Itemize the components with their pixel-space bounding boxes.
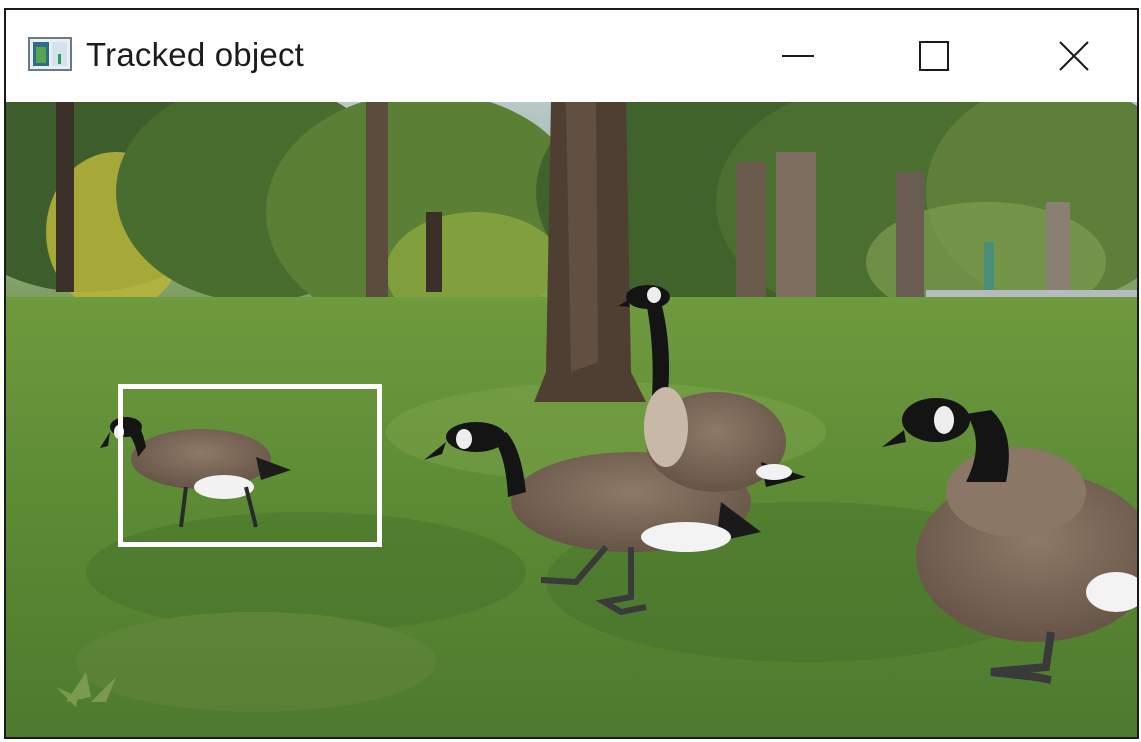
video-frame xyxy=(6,102,1137,737)
minimize-icon xyxy=(782,55,814,57)
maximize-button[interactable] xyxy=(899,28,969,84)
window-title: Tracked object xyxy=(86,36,305,73)
minimize-button[interactable] xyxy=(763,28,833,84)
maximize-icon xyxy=(919,41,949,71)
close-icon xyxy=(1059,41,1089,71)
title-bar[interactable]: Tracked object xyxy=(6,10,1137,102)
close-button[interactable] xyxy=(1039,28,1109,84)
tracking-window: Tracked object xyxy=(4,8,1139,739)
tracking-bounding-box xyxy=(118,384,382,547)
app-window-icon xyxy=(28,37,72,71)
